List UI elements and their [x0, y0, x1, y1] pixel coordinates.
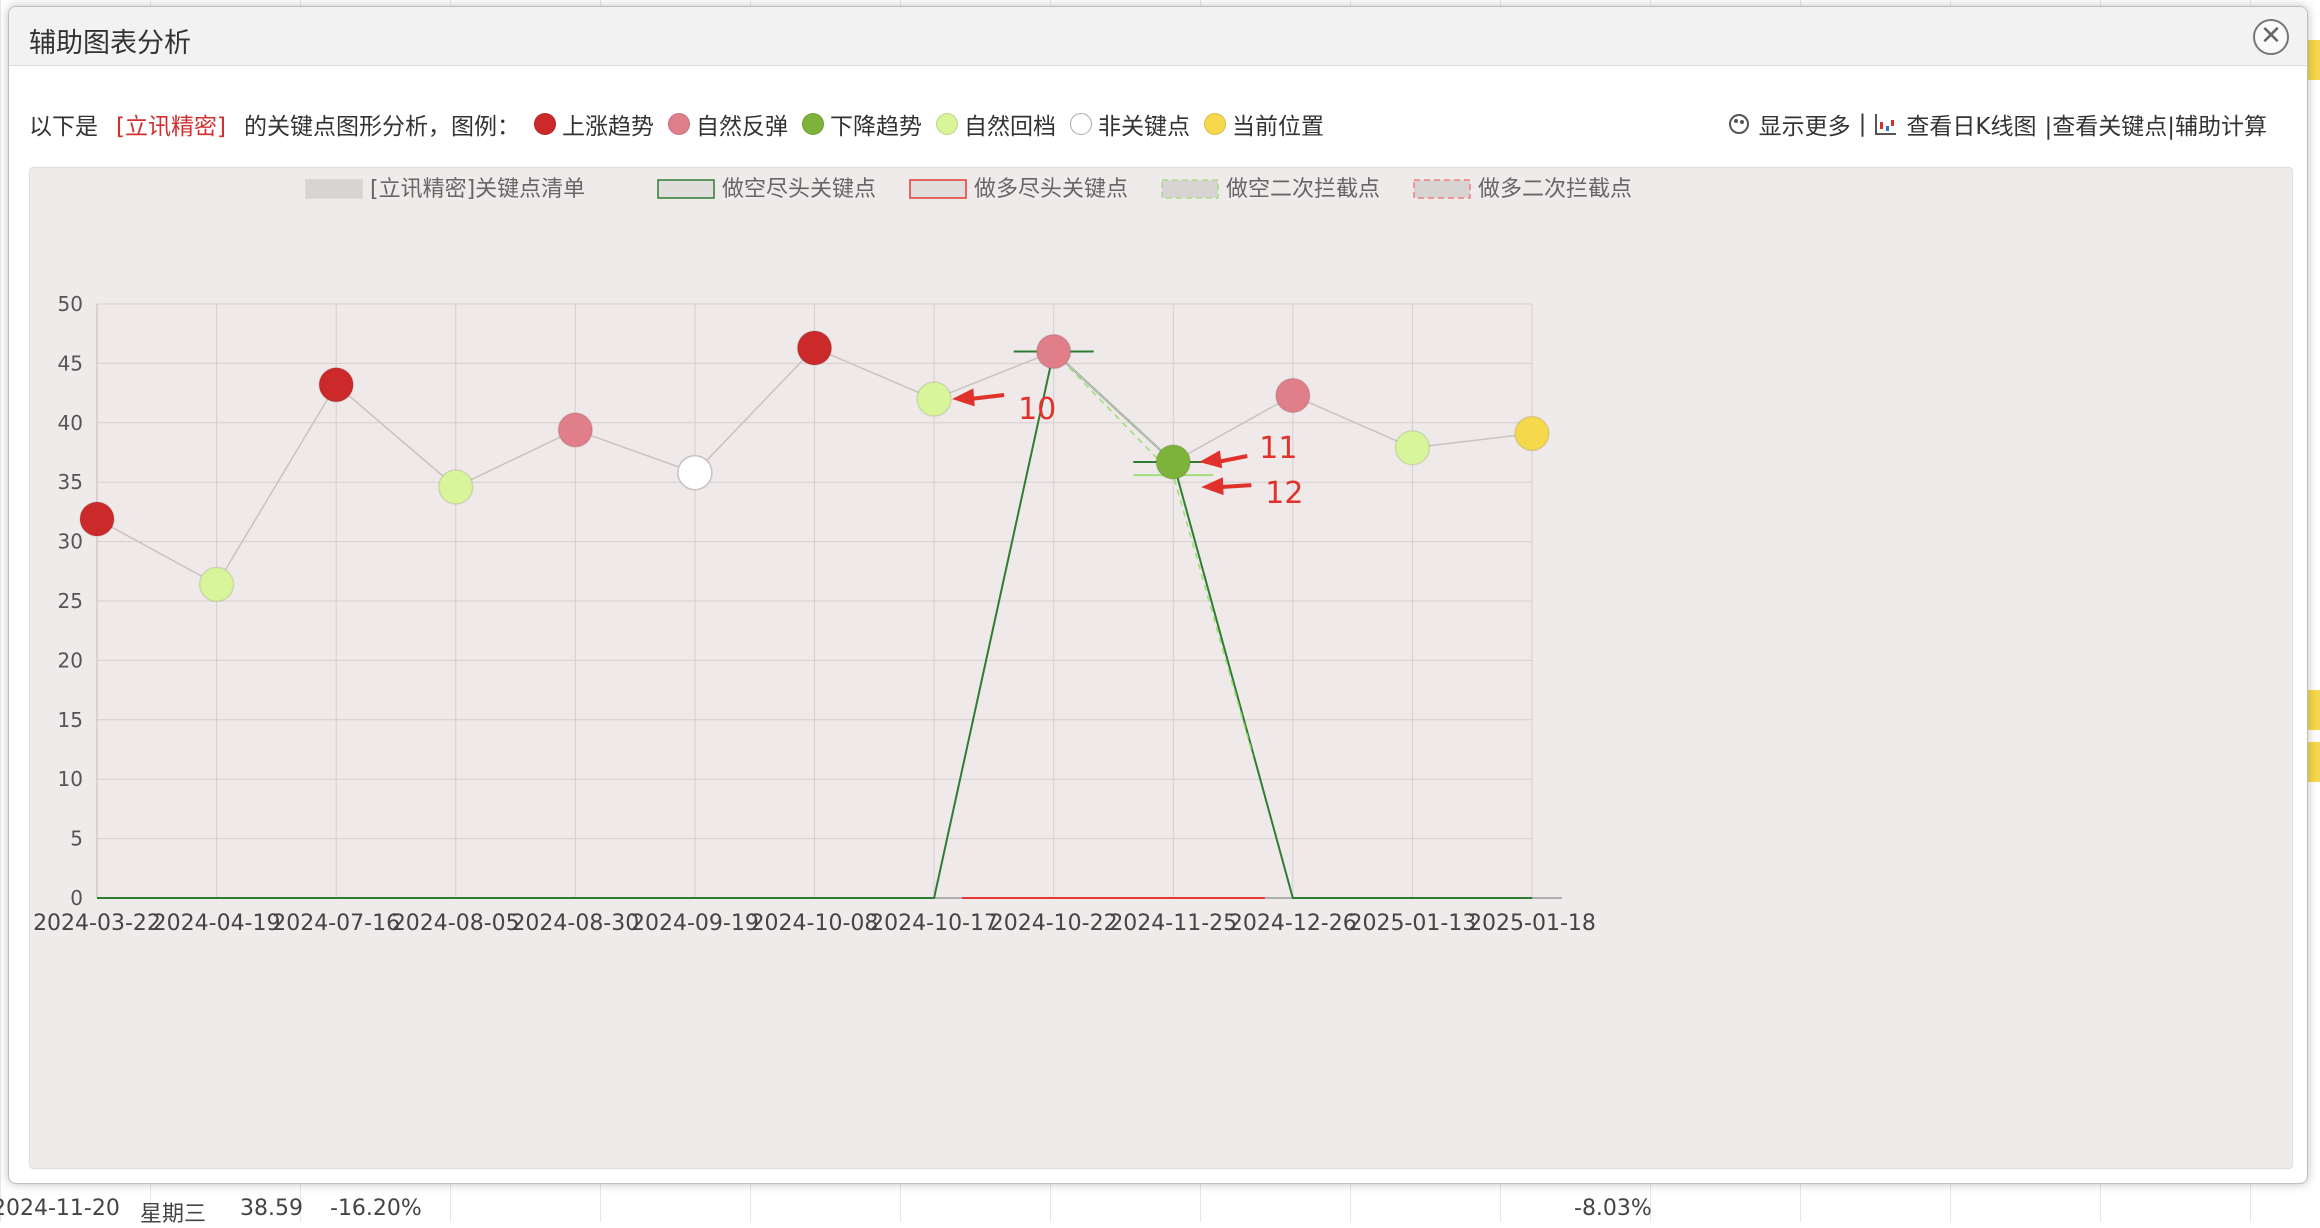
series-legend-label: 做多二次拦截点: [1478, 177, 1632, 202]
y-tick-label: 45: [58, 351, 83, 375]
point-type-legend: 以下是 [立讯精密] 的关键点图形分析，图例： 上涨趋势 自然反弹 下降趋势 自然回档…: [29, 107, 1324, 141]
legend-dot-icon: [801, 113, 824, 135]
dialog-title: 辅助图表分析: [29, 28, 191, 59]
keypoint-dot: [1514, 415, 1550, 452]
bg-weekday: 星期三: [140, 1202, 207, 1227]
x-tick-label: 2024-08-05: [392, 911, 520, 936]
calc-button[interactable]: |辅助计算: [2167, 107, 2267, 141]
legend-suffix: 的关键点图形分析，图例：: [243, 114, 520, 140]
bg-price: 38.59: [240, 1196, 303, 1221]
bg-highlight: [2306, 742, 2320, 782]
legend-item-label: 当前位置: [1231, 114, 1324, 140]
keypoint-dot: [677, 454, 713, 491]
bg-highlight: [2306, 40, 2320, 80]
keypoint-chart: 0 5 10 15 20 25 30 35 40 45 50 2024-03-222024-04-19…: [33, 177, 1632, 936]
daily-k-button[interactable]: 查看日K线图: [1874, 107, 2037, 141]
x-tick-label: 2024-10-17: [870, 911, 998, 936]
legend-dot-icon: [935, 113, 958, 135]
y-tick-label: 40: [58, 411, 83, 435]
x-tick-label: 2024-03-22: [33, 911, 161, 936]
x-tick-label: 2024-10-08: [751, 911, 879, 936]
series-legend-swatch: [657, 179, 715, 199]
x-tick-label: 2025-01-18: [1468, 911, 1596, 936]
legend-item-label: 自然反弹: [695, 114, 788, 140]
x-tick-label: 2024-07-16: [272, 911, 400, 936]
x-tick-label: 2024-04-19: [153, 911, 281, 936]
dialog-titlebar: 辅助图表分析 ✕: [9, 7, 2307, 66]
legend-item-label: 上涨趋势: [561, 114, 654, 140]
bg-highlight: [2306, 690, 2320, 730]
x-tick-label: 2024-11-25: [1109, 911, 1237, 936]
legend-item-label: 非关键点: [1097, 114, 1190, 140]
legend-prefix: 以下是: [29, 114, 98, 140]
keypoint-dot: [916, 381, 952, 417]
toolbar-separator: |: [1858, 111, 1867, 137]
legend-item-label: 下降趋势: [829, 114, 922, 140]
x-tick-label: 2024-08-30: [511, 911, 639, 936]
palette-icon: [1727, 112, 1751, 136]
chart-dialog: 辅助图表分析 ✕ 以下是 [立讯精密] 的关键点图形分析，图例： 上涨趋势 自然反…: [8, 6, 2308, 1184]
y-tick-label: 30: [58, 530, 83, 554]
candlestick-chart-icon: [1874, 112, 1898, 136]
keypoint-dot: [557, 412, 594, 448]
keypoint-dot: [1275, 377, 1311, 414]
x-tick-label: 2025-01-13: [1348, 911, 1476, 936]
legend-item-label: 自然回档: [963, 114, 1056, 140]
y-tick-label: 20: [58, 648, 83, 672]
series-legend-swatch: [305, 179, 363, 199]
y-tick-label: 15: [58, 708, 83, 732]
legend-dot-icon: [1069, 113, 1092, 135]
keypoint-dot: [796, 330, 833, 366]
bg-date: 2024-11-20: [0, 1196, 120, 1221]
annotation-arrow: [1219, 483, 1252, 490]
y-tick-label: 50: [58, 292, 83, 316]
close-icon[interactable]: ✕: [2253, 19, 2289, 55]
daily-k-label: 查看日K线图: [1906, 114, 2037, 140]
chart-area: 0 5 10 15 20 25 30 35 40 45 50 2024-03-22 2024-04-19…: [29, 167, 2293, 1169]
keypoint-dot: [1155, 444, 1191, 480]
y-tick-label: 35: [58, 470, 83, 494]
series-legend-label: 做空尽头关键点: [722, 177, 876, 202]
x-tick-label: 2024-10-22: [990, 911, 1118, 936]
keypoint-dot: [198, 566, 235, 603]
bg-pct: -16.20%: [330, 1196, 422, 1221]
x-tick-label: 2024-09-19: [631, 911, 759, 936]
annotation-label: 11: [1259, 431, 1297, 466]
stock-name: [立讯精密]: [116, 114, 226, 140]
keypoint-dot: [438, 469, 474, 505]
view-keypoints-button[interactable]: |查看关键点: [2045, 107, 2168, 141]
bg-pct2: -8.03%: [1574, 1196, 1652, 1221]
toolbar: 显示更多 | 查看日K线图 |查看关键点 |辅助计算: [1727, 107, 2267, 141]
annotation-label: 12: [1265, 476, 1303, 511]
y-tick-label: 10: [58, 767, 83, 791]
series-legend-swatch: [1161, 179, 1219, 199]
legend-dot-icon: [1203, 113, 1226, 135]
y-tick-label: 5: [70, 827, 83, 851]
series-legend-label: 做空二次拦截点: [1226, 177, 1380, 202]
legend-items: 上涨趋势 自然反弹 下降趋势 自然回档 非关键点 当前位置: [520, 107, 1324, 141]
legend-dot-icon: [667, 113, 690, 135]
y-tick-label: 25: [58, 589, 83, 613]
x-tick-label: 2024-12-26: [1229, 911, 1357, 936]
y-tick-label: 0: [70, 886, 83, 910]
legend-dot-icon: [533, 113, 556, 135]
keypoint-dot: [1035, 333, 1072, 370]
show-more-button[interactable]: 显示更多: [1727, 107, 1851, 141]
series-legend-swatch: [1413, 179, 1471, 199]
series-legend-swatch: [909, 179, 967, 199]
series-legend-label: [立讯精密]关键点清单: [370, 177, 585, 202]
annotation-label: 10: [1018, 392, 1056, 427]
series-legend-label: 做多尽头关键点: [974, 177, 1128, 202]
keypoint-dot: [1394, 429, 1431, 466]
keypoint-dot: [79, 501, 115, 537]
keypoint-dot: [318, 367, 354, 403]
show-more-label: 显示更多: [1758, 114, 1851, 140]
